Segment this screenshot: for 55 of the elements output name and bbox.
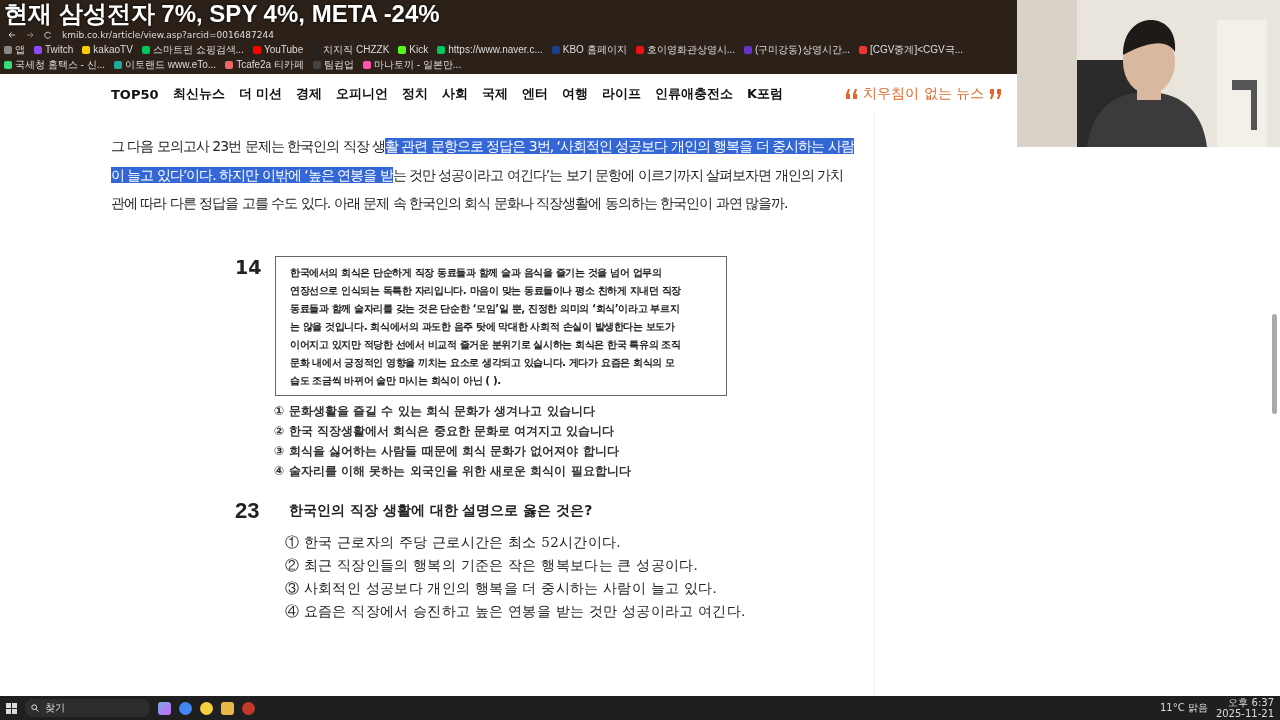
nav-link[interactable]: TOP50	[111, 86, 159, 102]
nav-link[interactable]: 엔터	[522, 85, 549, 103]
bookmark[interactable]: Tcafe2a 티카페	[225, 58, 304, 72]
nav-link[interactable]: 최신뉴스	[172, 85, 225, 103]
bookmark[interactable]: 이토랜드 www.eTo...	[114, 58, 217, 72]
nav-link[interactable]: 경제	[296, 85, 323, 103]
question-number: 23	[235, 497, 261, 524]
nav-link[interactable]: K포럼	[747, 85, 784, 103]
bookmark[interactable]: 팀컴업	[312, 58, 354, 72]
nav-link[interactable]: 오피니언	[336, 85, 389, 103]
nav-link[interactable]: 인류애충전소	[655, 85, 734, 103]
back-icon[interactable]	[8, 30, 16, 39]
address-bar[interactable]: kmib.co.kr/article/view.asp?arcid=0016487244	[62, 29, 274, 40]
bookmark[interactable]: Kick	[398, 43, 429, 57]
weather[interactable]: 11°C 맑음	[1160, 701, 1208, 715]
answer-option: ② 최근 직장인들의 행복의 기준은 작은 행복보다는 큰 성공이다.	[285, 556, 854, 575]
bookmark[interactable]: 마나토끼 - 일본만...	[362, 58, 462, 72]
nav-link[interactable]: 여행	[562, 85, 589, 103]
answer-option: ① 문화생활을 즐길 수 있는 회식 문화가 생겨나고 있습니다	[274, 402, 854, 420]
bookmark[interactable]: 호이영화관상영시...	[635, 43, 735, 57]
bookmark[interactable]: 국세청 홈택스 - 신...	[4, 58, 105, 72]
question-text: 한국인의 직장 생활에 대한 설명으로 옳은 것은?	[289, 501, 593, 520]
answer-option: ② 한국 직장생활에서 회식은 중요한 문화로 여겨지고 있습니다	[274, 422, 854, 440]
bookmark[interactable]: 스마트펀 쇼핑검색...	[141, 43, 244, 57]
bookmark[interactable]: [CGV중계]<CGV극...	[859, 43, 964, 57]
search-field[interactable]: 찾기	[25, 699, 150, 717]
passage-box: 한국에서의 회식은 단순하게 직장 동료들과 함께 술과 음식을 즐기는 것을 넘어 업무의 연장선으로 인식되는 독특한 자리입니다. 마음이 맞는 동료들이나 평소 친하게 지내던 직장 동료들과 함께 술자리를 갖는 것은 단순한 ‘모임’일 뿐, 진정한 의미의 ‘회식’이라고 부르지 는 않을 것입니다. 회식에서의 과도한 음주 탓에 막대한 사회적 손실이 발생한다는 보도가 이어지고 있지만 적당한 선에서 비교적 즐거운 분위기로 실시하는 회식은 한국 특유의 조직 문화 내에서 긍정적인 영향을 끼치는 요소로 생각되고 있습니다. 게다가 요즘은 회식의 모 습도 조금씩 바뀌어 술만 마시는 회식이 아닌 ( ).	[275, 255, 727, 396]
nav-link[interactable]: 더 미션	[238, 85, 283, 103]
nav-link[interactable]: 정치	[402, 85, 429, 103]
answer-option: ④ 술자리를 이해 못하는 외국인을 위한 새로운 회식이 필요합니다	[274, 462, 854, 480]
bookmark[interactable]: (구미강동)상영시간...	[744, 43, 850, 57]
bookmark[interactable]: 치지직 CHZZK	[312, 43, 390, 57]
bookmark[interactable]: Twitch	[34, 43, 74, 57]
quote-icon	[844, 89, 859, 99]
bookmark[interactable]: kakaoTV	[82, 43, 133, 57]
search-icon	[31, 704, 39, 712]
stream-caption: 현재 삼성전자 7%, SPY 4%, META -24%	[4, 0, 440, 29]
bookmark[interactable]: YouTube	[252, 43, 304, 57]
reload-icon[interactable]	[44, 30, 52, 39]
nav-link[interactable]: 라이프	[602, 85, 642, 103]
answer-option: ④ 요즘은 직장에서 승진하고 높은 연봉을 받는 것만 성공이라고 여긴다.	[285, 602, 854, 621]
answer-option: ③ 사회적인 성공보다 개인의 행복을 더 중시하는 사람이 늘고 있다.	[285, 579, 854, 598]
bookmark[interactable]: 앱	[4, 43, 25, 57]
bookmark[interactable]: https://www.naver.c...	[437, 43, 543, 57]
bookmark[interactable]: KBO 홈페이지	[551, 43, 627, 57]
windows-icon[interactable]	[6, 702, 17, 714]
clock[interactable]: 오후 6:37 2025-11-21	[1215, 697, 1274, 719]
nav-link[interactable]: 사회	[442, 85, 469, 103]
answer-option: ① 한국 근로자의 주당 근로시간은 최소 52시간이다.	[285, 533, 854, 552]
slogan: 치우침이 없는 뉴스	[844, 85, 1003, 103]
answer-option: ③ 회식을 싫어하는 사람들 때문에 회식 문화가 없어져야 합니다	[274, 442, 854, 460]
quote-icon	[989, 89, 1003, 99]
forward-icon[interactable]	[26, 30, 34, 39]
scrollbar[interactable]	[1272, 314, 1277, 414]
nav-link[interactable]: 국제	[482, 85, 509, 103]
